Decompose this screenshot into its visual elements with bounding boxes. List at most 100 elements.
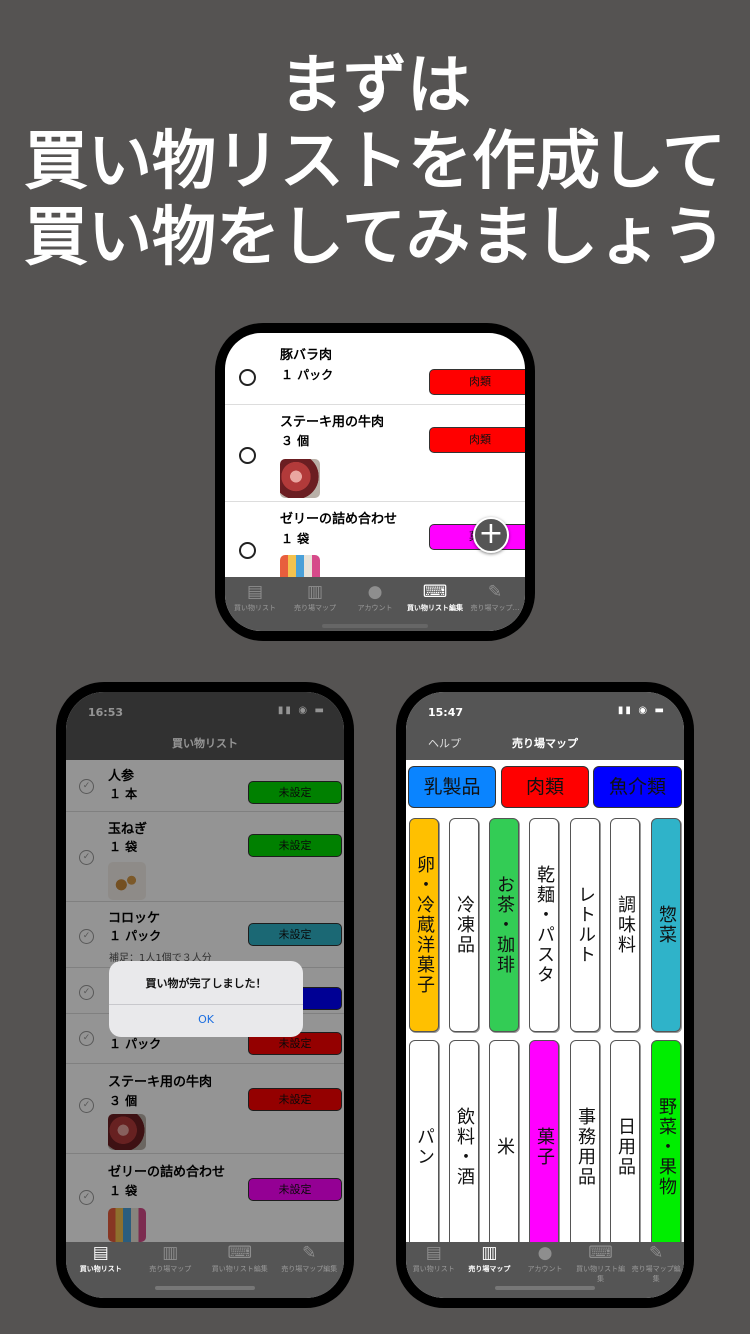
status-time: 15:47 — [428, 706, 464, 719]
tab-label: 買い物リスト — [79, 1265, 122, 1273]
keyboard-edit-icon: ⌨ — [422, 582, 448, 602]
tab-edit-list[interactable]: ⌨ 買い物リスト編集 — [205, 1242, 275, 1276]
home-indicator — [495, 1286, 595, 1290]
tab-store-map[interactable]: ▥ 売り場マップ — [462, 1242, 518, 1276]
clipboard-icon: ▤ — [246, 582, 264, 602]
map-icon: ▥ — [481, 1243, 498, 1263]
signal-wifi-battery-icon: ▮▮ ◉ ▬ — [617, 705, 666, 716]
item-quantity: ３ 個 — [281, 434, 310, 448]
aisle-frozen[interactable]: 冷凍品 — [449, 818, 479, 1032]
item-name: ステーキ用の牛肉 — [280, 415, 385, 430]
tab-label: 売り場マップ — [294, 604, 336, 612]
list-item[interactable]: 豚バラ肉 １ パック 肉類 — [225, 333, 525, 405]
category-meat[interactable]: 肉類 — [501, 766, 589, 808]
edit-square-icon: ✎ — [302, 1243, 317, 1263]
tab-label: 買い物リスト — [412, 1265, 455, 1273]
headline-line-1: まずは — [279, 49, 471, 123]
aisle-office[interactable]: 事務用品 — [570, 1040, 600, 1254]
headline-line-2: 買い物リストを作成して — [23, 125, 727, 199]
person-icon: ● — [537, 1243, 553, 1263]
aisle-retort[interactable]: レトルト — [570, 818, 600, 1032]
headline: まずは 買い物リストを作成して 買い物をしてみましょう — [0, 48, 750, 276]
status-bar: 15:47 ▮▮ ◉ ▬ — [406, 692, 684, 728]
home-indicator — [155, 1286, 255, 1290]
tab-label: 売り場マップ編集 — [631, 1265, 681, 1283]
aisle-daily-goods[interactable]: 日用品 — [610, 1040, 640, 1254]
radio-circle[interactable] — [239, 369, 256, 386]
tab-bar: ▤ 買い物リスト ▥ 売り場マップ ● アカウント ⌨ 買い物リスト編集 ✎ 売り場マップ… — [406, 1242, 684, 1283]
aisle-tea-coffee[interactable]: お茶・珈琲 — [489, 818, 519, 1032]
tab-label: 買い物リスト編集 — [407, 604, 463, 612]
category-tag-button[interactable]: 肉類 — [429, 427, 525, 453]
tab-label: 買い物リスト — [234, 604, 276, 612]
phone-edit-list: 豚バラ肉 １ パック 肉類 ステーキ用の牛肉 ３ 個 肉類 ゼリーの詰め合わせ … — [215, 323, 535, 641]
aisle-noodles-pasta[interactable]: 乾麺・パスタ — [529, 818, 559, 1032]
category-dairy[interactable]: 乳製品 — [408, 766, 496, 808]
tab-edit-map[interactable]: ✎ 売り場マップ編集 — [275, 1242, 345, 1276]
item-name: ゼリーの詰め合わせ — [280, 512, 398, 527]
alert-message: 買い物が完了しました！ — [109, 961, 303, 1005]
tab-store-map[interactable]: ▥ 売り場マップ — [136, 1242, 206, 1276]
tab-label: 売り場マップ — [468, 1265, 511, 1273]
list-item[interactable]: ステーキ用の牛肉 ３ 個 肉類 — [225, 405, 525, 502]
tab-shopping-list[interactable]: ▤ 買い物リスト — [406, 1242, 462, 1276]
tab-store-map[interactable]: ▥ 売り場マップ — [285, 581, 345, 621]
tab-label: 売り場マップ編集 — [281, 1265, 338, 1273]
aisle-egg-dessert[interactable]: 卵・冷蔵洋菓子 — [409, 818, 439, 1032]
steak-photo — [280, 459, 320, 498]
aisle-deli[interactable]: 惣菜 — [651, 818, 681, 1032]
item-name: 豚バラ肉 — [280, 348, 333, 363]
help-button[interactable]: ヘルプ — [428, 728, 461, 760]
aisle-drinks[interactable]: 飲料・酒 — [449, 1040, 479, 1254]
tab-label: 買い物リスト編集 — [211, 1265, 268, 1273]
tab-bar: ▤ 買い物リスト ▥ 売り場マップ ● アカウント ⌨ 買い物リスト編集 ✎ 売り場マップ… — [225, 581, 525, 621]
category-fish[interactable]: 魚介類 — [593, 766, 682, 808]
keyboard-edit-icon: ⌨ — [588, 1243, 613, 1263]
tab-edit-list[interactable]: ⌨ 買い物リスト編集 — [573, 1242, 629, 1283]
shopping-list-screen: 16:53 ▮▮ ◉ ▬ 買い物リスト ✓ 人参 １ 本 未設定 ✓ 玉ねぎ １… — [66, 692, 344, 1298]
map-icon: ▥ — [306, 582, 324, 602]
tab-label: アカウント — [527, 1265, 563, 1273]
category-tag-button[interactable]: 肉類 — [429, 369, 525, 395]
tab-label: アカウント — [357, 604, 393, 612]
plus-icon[interactable]: + — [473, 517, 509, 553]
edit-square-icon: ✎ — [487, 582, 503, 602]
clipboard-icon: ▤ — [92, 1243, 109, 1263]
tab-edit-list[interactable]: ⌨ 買い物リスト編集 — [405, 581, 465, 621]
alert-ok-button[interactable]: OK — [109, 1005, 303, 1035]
nav-bar: ヘルプ 売り場マップ — [406, 728, 684, 760]
headline-line-3: 買い物をしてみましょう — [23, 201, 727, 275]
tab-bar: ▤ 買い物リスト ▥ 売り場マップ ⌨ 買い物リスト編集 ✎ 売り場マップ編集 — [66, 1242, 344, 1276]
tab-account[interactable]: ● アカウント — [345, 581, 405, 621]
aisle-vegetables[interactable]: 野菜・果物 — [651, 1040, 681, 1254]
keyboard-edit-icon: ⌨ — [227, 1243, 253, 1263]
person-icon: ● — [367, 582, 383, 602]
clipboard-icon: ▤ — [425, 1243, 442, 1263]
tab-account[interactable]: ● アカウント — [517, 1242, 573, 1276]
store-map-screen: 15:47 ▮▮ ◉ ▬ ヘルプ 売り場マップ 乳製品 肉類 魚介類 卵・冷蔵洋… — [406, 692, 684, 1298]
tab-label: 売り場マップ — [149, 1265, 192, 1273]
radio-circle[interactable] — [239, 447, 256, 464]
edit-square-icon: ✎ — [649, 1243, 664, 1263]
home-indicator — [322, 624, 428, 628]
map-icon: ▥ — [162, 1243, 179, 1263]
tab-label: 買い物リスト編集 — [576, 1265, 626, 1283]
page-title: 売り場マップ — [512, 737, 578, 750]
aisle-seasoning[interactable]: 調味料 — [610, 818, 640, 1032]
tab-edit-map[interactable]: ✎ 売り場マップ… — [465, 581, 525, 621]
tab-shopping-list[interactable]: ▤ 買い物リスト — [66, 1242, 136, 1276]
tab-label: 売り場マップ… — [470, 604, 520, 612]
tab-edit-map[interactable]: ✎ 売り場マップ編集 — [628, 1242, 684, 1283]
completion-alert: 買い物が完了しました！ OK — [109, 961, 303, 1037]
item-quantity: １ 袋 — [281, 532, 310, 546]
aisle-sweets[interactable]: 菓子 — [529, 1040, 559, 1254]
radio-circle[interactable] — [239, 542, 256, 559]
aisle-bread[interactable]: パン — [409, 1040, 439, 1254]
edit-list-screen: 豚バラ肉 １ パック 肉類 ステーキ用の牛肉 ３ 個 肉類 ゼリーの詰め合わせ … — [225, 333, 525, 631]
phone-shopping-list: 16:53 ▮▮ ◉ ▬ 買い物リスト ✓ 人参 １ 本 未設定 ✓ 玉ねぎ １… — [56, 682, 354, 1308]
tab-shopping-list[interactable]: ▤ 買い物リスト — [225, 581, 285, 621]
map-area: 乳製品 肉類 魚介類 卵・冷蔵洋菓子 冷凍品 お茶・珈琲 乾麺・パスタ レトルト… — [406, 760, 684, 1254]
aisle-rice[interactable]: 米 — [489, 1040, 519, 1254]
phone-store-map: 15:47 ▮▮ ◉ ▬ ヘルプ 売り場マップ 乳製品 肉類 魚介類 卵・冷蔵洋… — [396, 682, 694, 1308]
item-quantity: １ パック — [281, 368, 334, 382]
